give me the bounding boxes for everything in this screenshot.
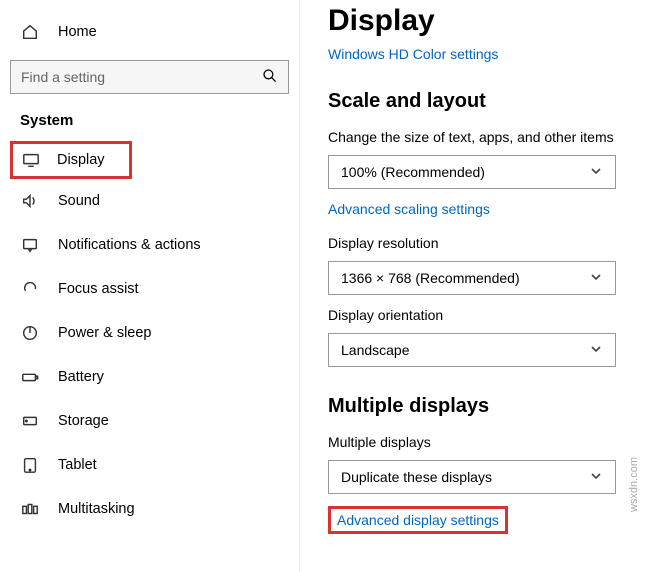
sidebar-item-focus-assist[interactable]: Focus assist (10, 267, 289, 311)
home-icon (20, 22, 40, 42)
sidebar-item-label: Focus assist (58, 281, 139, 297)
sidebar-item-power-sleep[interactable]: Power & sleep (10, 311, 289, 355)
multiple-displays-label: Multiple displays (328, 434, 646, 450)
nav-home[interactable]: Home (10, 10, 289, 54)
tablet-icon (20, 455, 40, 475)
sound-icon (20, 191, 40, 211)
nav-home-label: Home (58, 24, 97, 40)
sidebar-item-notifications[interactable]: Notifications & actions (10, 223, 289, 267)
sidebar-section-heading: System (20, 112, 289, 129)
sidebar-item-tablet[interactable]: Tablet (10, 443, 289, 487)
storage-icon (20, 411, 40, 431)
advanced-scaling-link[interactable]: Advanced scaling settings (328, 201, 490, 217)
battery-icon (20, 367, 40, 387)
chevron-down-icon (589, 342, 603, 359)
sidebar-item-label: Tablet (58, 457, 97, 473)
scale-label: Change the size of text, apps, and other… (328, 129, 646, 145)
search-input[interactable]: Find a setting (10, 60, 289, 94)
sidebar-item-label: Multitasking (58, 501, 135, 517)
advanced-display-link[interactable]: Advanced display settings (337, 512, 499, 528)
sidebar-item-battery[interactable]: Battery (10, 355, 289, 399)
hd-color-link[interactable]: Windows HD Color settings (328, 46, 498, 62)
orientation-value: Landscape (341, 342, 410, 358)
sidebar-item-storage[interactable]: Storage (10, 399, 289, 443)
chevron-down-icon (589, 270, 603, 287)
sidebar: Home Find a setting System Display Sound… (0, 0, 300, 572)
sidebar-item-multitasking[interactable]: Multitasking (10, 487, 289, 531)
sidebar-item-display[interactable]: Display (10, 141, 132, 179)
display-icon (21, 150, 41, 170)
watermark: wsxdn.com (628, 457, 640, 512)
page-title: Display (328, 4, 646, 38)
multitasking-icon (20, 499, 40, 519)
orientation-dropdown[interactable]: Landscape (328, 333, 616, 367)
chevron-down-icon (589, 469, 603, 486)
sidebar-item-sound[interactable]: Sound (10, 179, 289, 223)
multiple-displays-heading: Multiple displays (328, 395, 646, 418)
power-icon (20, 323, 40, 343)
scale-layout-heading: Scale and layout (328, 90, 646, 113)
sidebar-item-label: Power & sleep (58, 325, 152, 341)
resolution-dropdown[interactable]: 1366 × 768 (Recommended) (328, 261, 616, 295)
sidebar-item-label: Notifications & actions (58, 237, 201, 253)
advanced-display-highlight: Advanced display settings (328, 506, 508, 534)
orientation-label: Display orientation (328, 307, 646, 323)
chevron-down-icon (589, 164, 603, 181)
scale-dropdown[interactable]: 100% (Recommended) (328, 155, 616, 189)
main-content: Display Windows HD Color settings Scale … (300, 0, 646, 572)
search-placeholder: Find a setting (21, 69, 105, 85)
scale-value: 100% (Recommended) (341, 164, 485, 180)
sidebar-item-label: Display (57, 152, 105, 168)
multiple-displays-dropdown[interactable]: Duplicate these displays (328, 460, 616, 494)
resolution-label: Display resolution (328, 235, 646, 251)
sidebar-item-label: Sound (58, 193, 100, 209)
sidebar-item-label: Battery (58, 369, 104, 385)
search-icon (262, 68, 278, 87)
sidebar-item-label: Storage (58, 413, 109, 429)
notifications-icon (20, 235, 40, 255)
multiple-displays-value: Duplicate these displays (341, 469, 492, 485)
resolution-value: 1366 × 768 (Recommended) (341, 270, 520, 286)
focus-assist-icon (20, 279, 40, 299)
